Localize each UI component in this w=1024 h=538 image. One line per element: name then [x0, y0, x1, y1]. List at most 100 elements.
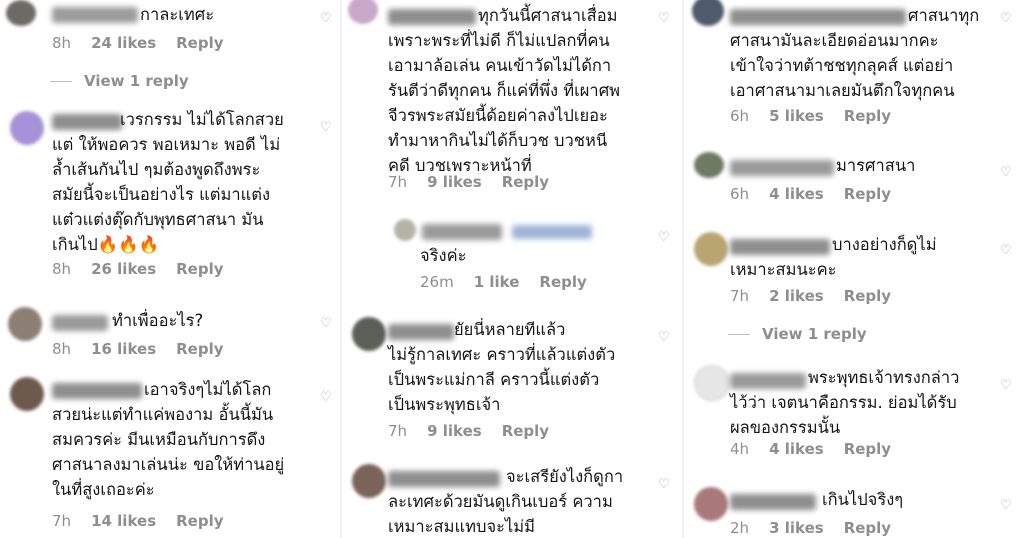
- reply-button[interactable]: Reply: [539, 273, 586, 291]
- reply-button[interactable]: Reply: [176, 260, 223, 278]
- heart-outline-icon[interactable]: ♡: [658, 231, 672, 244]
- comment-column-middle: ทุกวันนี้ศาสนาเสื่อม เพราะพระที่ไม่ดี ก็…: [342, 0, 682, 538]
- heart-outline-icon[interactable]: ♡: [1000, 499, 1014, 512]
- heart-outline-icon[interactable]: ♡: [1000, 166, 1014, 179]
- heart-outline-icon[interactable]: ♡: [320, 391, 334, 404]
- reply-button[interactable]: Reply: [844, 185, 891, 203]
- reply-button[interactable]: Reply: [844, 519, 891, 537]
- avatar[interactable]: [694, 365, 730, 401]
- comment-meta: 6h 5 likes Reply: [730, 107, 891, 125]
- username-blurred[interactable]: [730, 160, 834, 176]
- view-replies-label: View 1 reply: [762, 325, 867, 343]
- comment-item: จะเสรียังไงก็ดูกา ละเทศะด้วยมันดูเกินเบอ…: [342, 462, 682, 538]
- comment-time: 6h: [730, 185, 750, 203]
- reply-button[interactable]: Reply: [844, 440, 891, 458]
- heart-outline-icon[interactable]: ♡: [320, 317, 334, 330]
- reply-button[interactable]: Reply: [176, 340, 223, 358]
- comment-time: 8h: [52, 340, 72, 358]
- comment-meta: 8h 16 likes Reply: [52, 340, 224, 358]
- comment-item: พระพุทธเจ้าทรงกล่าว ไว้ว่า เจตนาคือกรรม.…: [686, 363, 1024, 468]
- heart-outline-icon[interactable]: ♡: [1000, 379, 1014, 392]
- likes-count[interactable]: 1 like: [474, 273, 520, 291]
- comment-item: มารศาสนา 6h 4 likes Reply ♡: [686, 150, 1024, 212]
- divider-line: [728, 333, 750, 335]
- avatar[interactable]: [692, 0, 724, 26]
- likes-count[interactable]: 16 likes: [91, 340, 156, 358]
- view-replies-button[interactable]: View 1 reply: [50, 72, 189, 90]
- comment-meta: 26m 1 like Reply: [420, 273, 587, 291]
- mention-blurred[interactable]: [512, 225, 592, 239]
- comment-text: ยัยนี่หลายทีแล้ว ไม่รู้กาลเทศะ คราวที่แล…: [388, 320, 616, 414]
- username-blurred[interactable]: [52, 315, 108, 331]
- likes-count[interactable]: 9 likes: [427, 173, 482, 191]
- comment-meta: 6h 4 likes Reply: [730, 185, 891, 203]
- reply-button[interactable]: Reply: [176, 512, 223, 530]
- reply-button[interactable]: Reply: [502, 422, 549, 440]
- comment-time: 7h: [388, 173, 408, 191]
- likes-count[interactable]: 2 likes: [769, 287, 824, 305]
- avatar[interactable]: [10, 111, 44, 145]
- likes-count[interactable]: 4 likes: [769, 440, 824, 458]
- reply-button[interactable]: Reply: [844, 287, 891, 305]
- comment-text: เกินไปจริงๆ: [822, 490, 904, 509]
- heart-outline-icon[interactable]: ♡: [658, 478, 672, 491]
- comment-text: มารศาสนา: [836, 156, 916, 175]
- comment-text: ทำเพื่ออะไร?: [112, 311, 204, 330]
- divider-line: [50, 80, 72, 82]
- reply-button[interactable]: Reply: [176, 34, 223, 52]
- comment-text: จริงค่ะ: [420, 246, 467, 265]
- avatar[interactable]: [352, 317, 386, 351]
- comment-item: เอาจริงๆไม่ได้โลก สวยน่ะแต่ทำแค่พองาม อั…: [0, 375, 340, 535]
- comment-time: 8h: [52, 260, 72, 278]
- reply-button[interactable]: Reply: [502, 173, 549, 191]
- view-replies-button[interactable]: View 1 reply: [728, 325, 867, 343]
- avatar[interactable]: [348, 0, 378, 24]
- comment-text: ทุกวันนี้ศาสนาเสื่อม เพราะพระที่ไม่ดี ก็…: [388, 6, 621, 175]
- avatar[interactable]: [394, 219, 416, 241]
- likes-count[interactable]: 14 likes: [91, 512, 156, 530]
- avatar[interactable]: [694, 152, 724, 178]
- avatar[interactable]: [352, 464, 386, 498]
- comment-item: เวรกรรม ไม่ได้โลกสวย แต่ ให้พอควร พอเหมา…: [0, 105, 340, 285]
- username-blurred[interactable]: [730, 494, 816, 510]
- heart-outline-icon[interactable]: ♡: [658, 12, 672, 25]
- comment-column-right: ศาสนาทุก ศาสนามันละเอียดอ่อนมากคะ เข้าใจ…: [686, 0, 1024, 538]
- heart-outline-icon[interactable]: ♡: [1000, 12, 1014, 25]
- comment-time: 6h: [730, 107, 750, 125]
- comment-column-left: กาละเทศะ 8h 24 likes Reply ♡ View 1 repl…: [0, 0, 340, 538]
- comment-text: จะเสรียังไงก็ดูกา ละเทศะด้วยมันดูเกินเบอ…: [388, 467, 624, 536]
- comment-text: เวรกรรม ไม่ได้โลกสวย แต่ ให้พอควร พอเหมา…: [52, 110, 284, 254]
- likes-count[interactable]: 5 likes: [769, 107, 824, 125]
- username-blurred[interactable]: [52, 7, 138, 23]
- heart-outline-icon[interactable]: ♡: [1000, 244, 1014, 257]
- comment-item: เกินไปจริงๆ 2h 3 likes Reply ♡: [686, 485, 1024, 538]
- heart-outline-icon[interactable]: ♡: [320, 12, 334, 25]
- comment-item: บางอย่างก็ดูไม่ เหมาะสมนะคะ 7h 2 likes R…: [686, 230, 1024, 350]
- comment-time: 7h: [52, 512, 72, 530]
- comment-text: บางอย่างก็ดูไม่ เหมาะสมนะคะ: [730, 235, 937, 279]
- avatar[interactable]: [694, 232, 728, 266]
- comment-meta: 8h 26 likes Reply: [52, 260, 224, 278]
- likes-count[interactable]: 24 likes: [91, 34, 156, 52]
- likes-count[interactable]: 26 likes: [91, 260, 156, 278]
- comment-meta: 7h 9 likes Reply: [388, 173, 549, 191]
- likes-count[interactable]: 3 likes: [769, 519, 824, 537]
- comment-time: 4h: [730, 440, 750, 458]
- avatar[interactable]: [8, 307, 42, 341]
- comment-item: จริงค่ะ 26m 1 like Reply ♡: [342, 215, 682, 295]
- avatar[interactable]: [6, 0, 36, 26]
- view-replies-label: View 1 reply: [84, 72, 189, 90]
- comment-meta: 7h 14 likes Reply: [52, 512, 224, 530]
- comment-text: กาละเทศะ: [140, 5, 215, 24]
- heart-outline-icon[interactable]: ♡: [658, 331, 672, 344]
- username-blurred[interactable]: [422, 224, 502, 240]
- heart-outline-icon[interactable]: ♡: [320, 121, 334, 134]
- comment-text: ศาสนาทุก ศาสนามันละเอียดอ่อนมากคะ เข้าใจ…: [730, 6, 980, 100]
- likes-count[interactable]: 9 likes: [427, 422, 482, 440]
- comment-item: กาละเทศะ 8h 24 likes Reply ♡ View 1 repl…: [0, 0, 340, 95]
- avatar[interactable]: [694, 487, 728, 521]
- comment-item: ทำเพื่ออะไร? 8h 16 likes Reply ♡: [0, 305, 340, 365]
- likes-count[interactable]: 4 likes: [769, 185, 824, 203]
- reply-button[interactable]: Reply: [844, 107, 891, 125]
- avatar[interactable]: [10, 377, 44, 411]
